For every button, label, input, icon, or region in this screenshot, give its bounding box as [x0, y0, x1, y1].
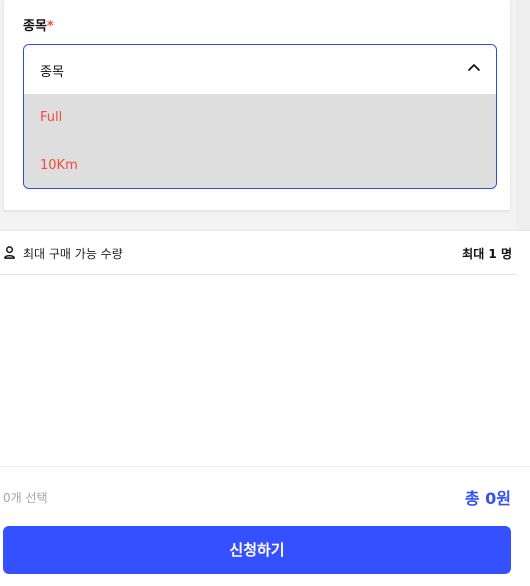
- dropdown-selected-value: 종목: [40, 65, 64, 80]
- max-quantity-label: 최대 구매 가능 수량: [23, 247, 123, 261]
- purchase-info-section: 최대 구매 가능 수량 최대 1 명: [0, 230, 530, 466]
- dropdown-header[interactable]: 종목: [24, 45, 496, 94]
- apply-button[interactable]: 신청하기: [3, 526, 511, 574]
- dropdown-options: Full 10Km: [24, 94, 496, 188]
- event-select-card: 종목* 종목 Full 10Km: [4, 0, 510, 210]
- person-icon: [4, 246, 15, 259]
- field-label: 종목*: [23, 15, 54, 34]
- max-quantity-row: 최대 구매 가능 수량 최대 1 명: [0, 231, 516, 275]
- event-dropdown[interactable]: 종목 Full 10Km: [23, 44, 497, 189]
- selected-count: 0개 선택: [3, 491, 48, 505]
- field-label-text: 종목: [23, 19, 47, 34]
- max-quantity-value: 최대 1 명: [462, 247, 512, 261]
- total-price: 총 0원: [464, 489, 511, 508]
- dropdown-option-10km[interactable]: 10Km: [24, 142, 496, 188]
- checkout-bar: 0개 선택 총 0원 신청하기: [0, 466, 530, 586]
- dropdown-option-full[interactable]: Full: [24, 94, 496, 142]
- required-mark: *: [46, 19, 54, 34]
- chevron-up-icon[interactable]: [466, 60, 482, 76]
